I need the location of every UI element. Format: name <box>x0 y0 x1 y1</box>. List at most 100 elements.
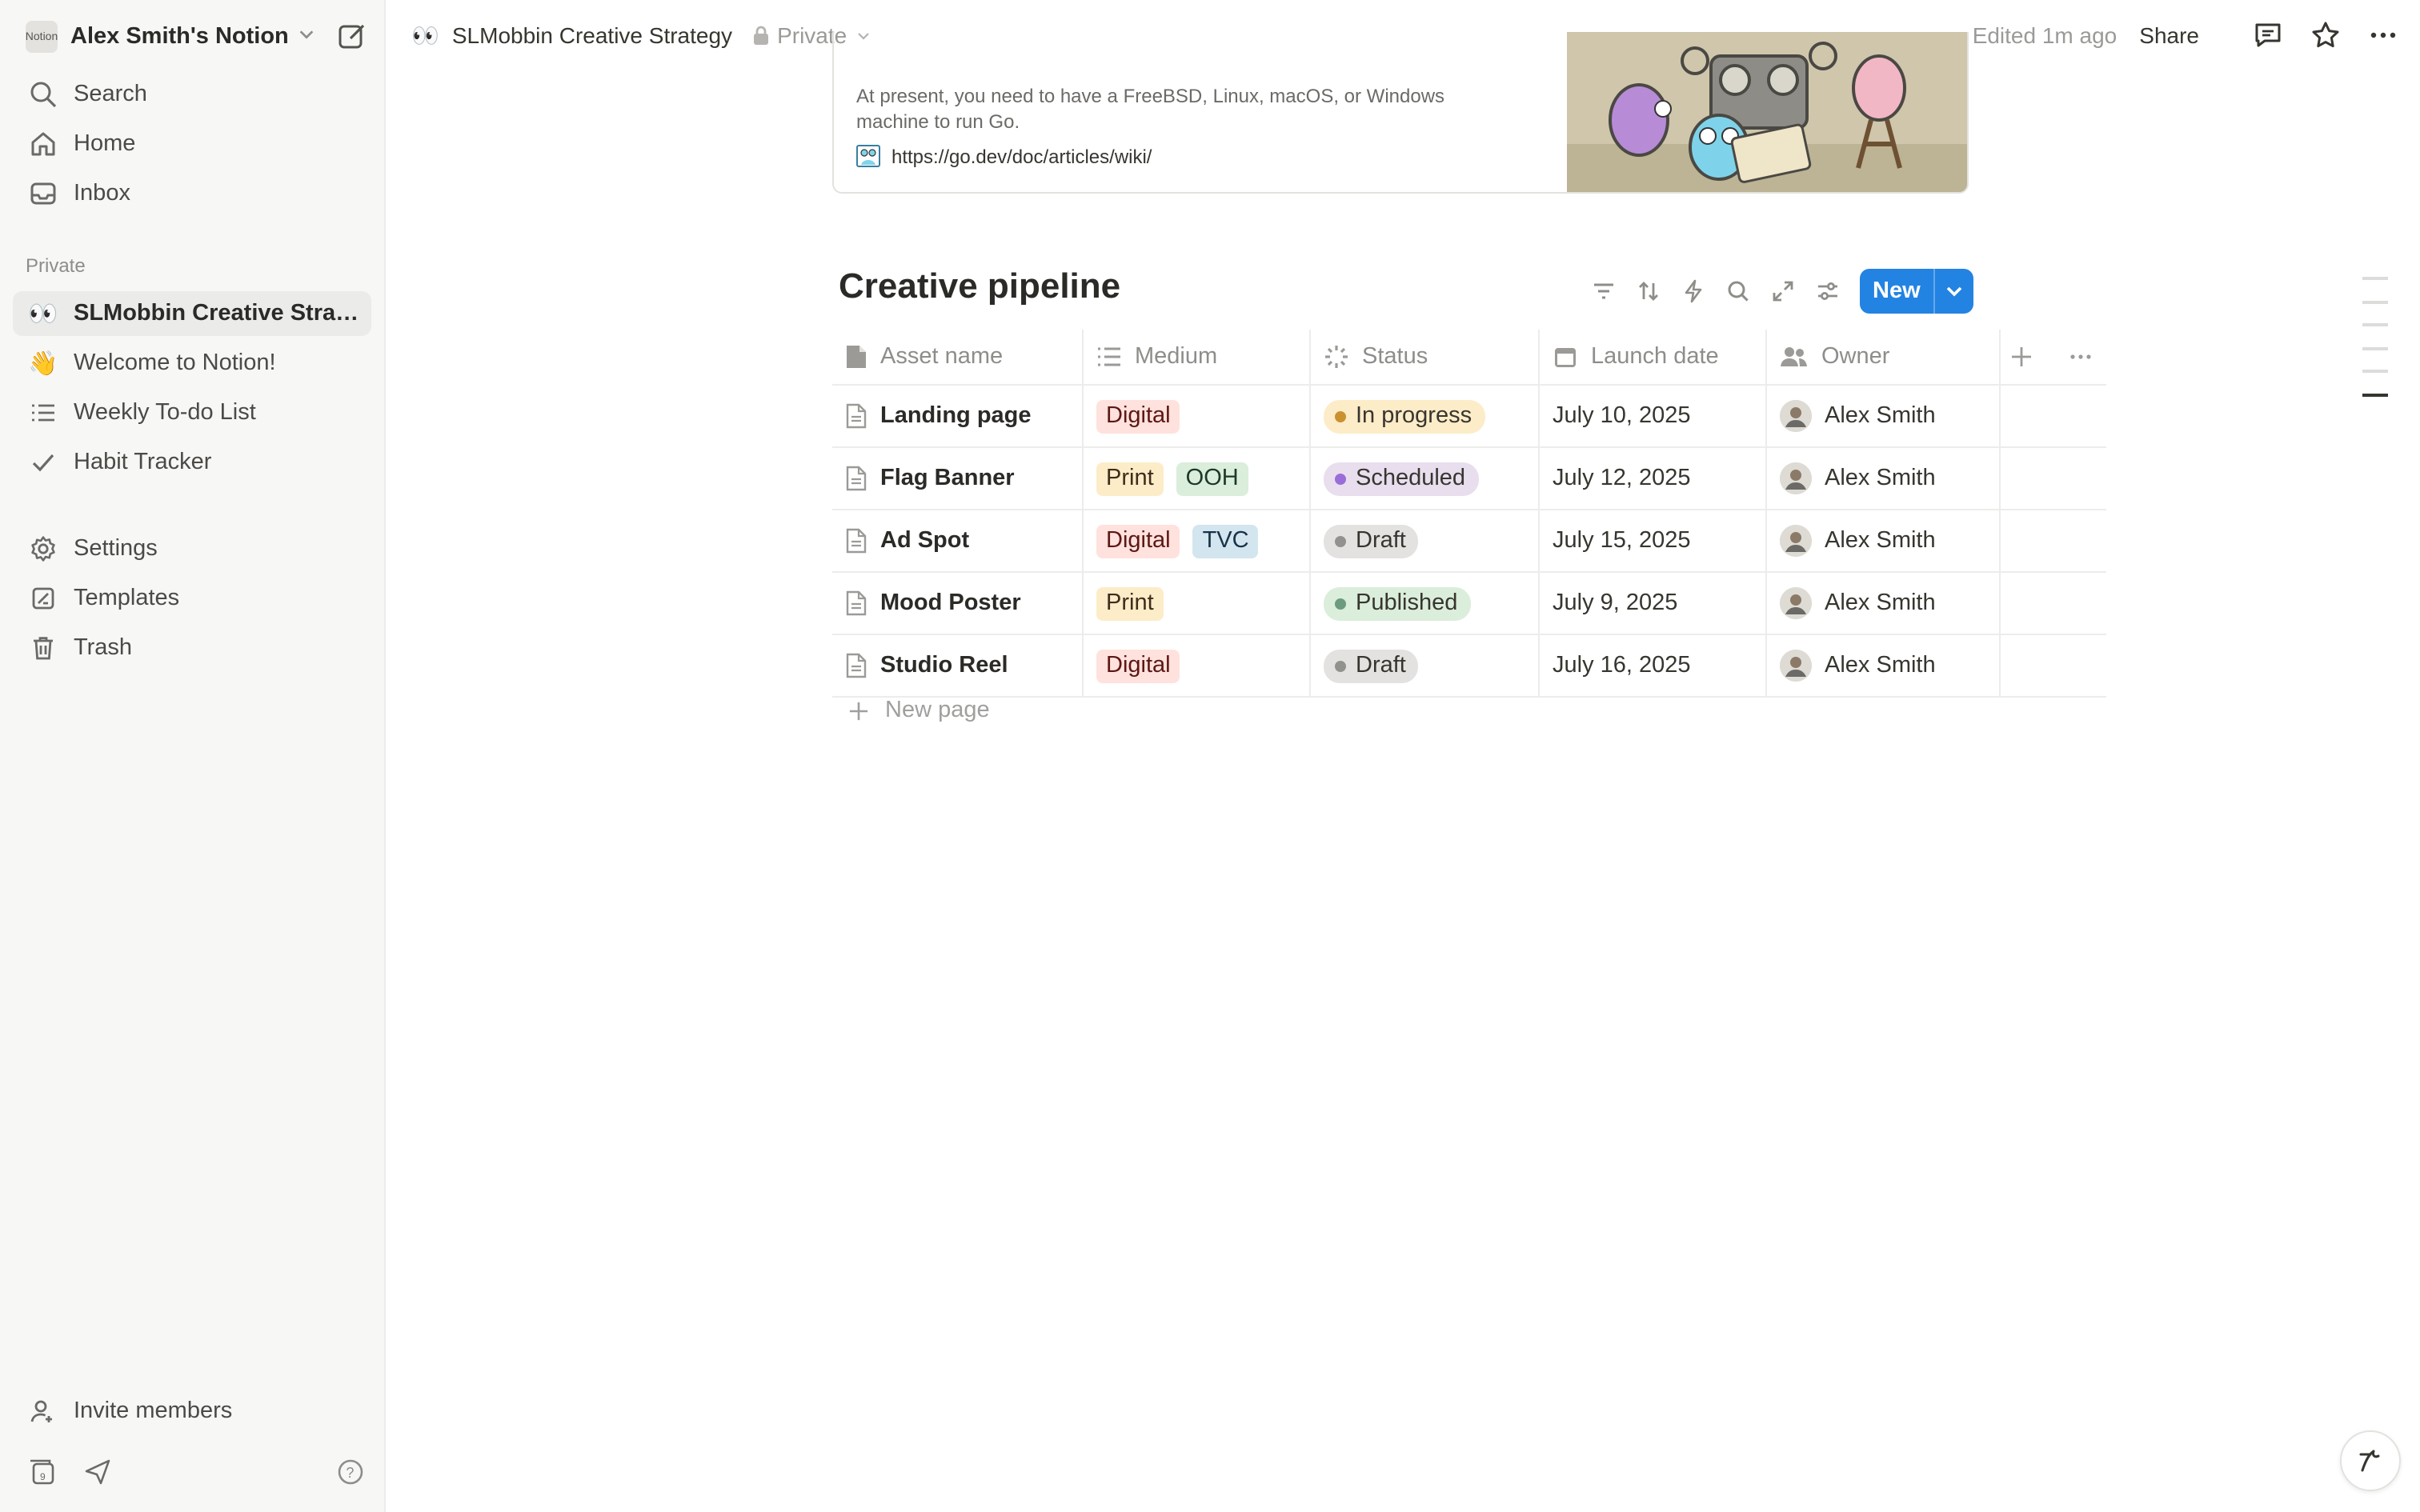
page-emoji-icon: 👀 <box>411 22 439 47</box>
page-icon <box>845 466 867 491</box>
column-header-launch-date[interactable]: Launch date <box>1538 330 1766 386</box>
table-row[interactable]: Ad Spot Digital TVC Draft July 15, 2025 A… <box>832 510 2106 573</box>
new-page-row[interactable]: New page <box>848 698 990 723</box>
share-button[interactable]: Share <box>2139 22 2199 48</box>
sort-icon[interactable] <box>1626 274 1671 309</box>
table-of-contents-minimap[interactable] <box>2362 277 2388 416</box>
table-row[interactable]: Flag Banner Print OOH Scheduled July 12, … <box>832 447 2106 510</box>
table-row[interactable]: Landing page Digital In progress July 10… <box>832 385 2106 448</box>
status-badge[interactable]: Published <box>1324 586 1471 620</box>
sidebar-item-weekly-todo[interactable]: Weekly To-do List <box>13 390 371 435</box>
sidebar-item-templates[interactable]: Templates <box>13 576 371 621</box>
app-root: Notion Alex Smith's Notion Search Home I… <box>0 0 2420 1512</box>
cell-status[interactable]: Published <box>1309 572 1539 635</box>
database-title[interactable]: Creative pipeline <box>839 266 1120 307</box>
cell-asset-name[interactable]: Studio Reel <box>832 634 1083 698</box>
cell-asset-name[interactable]: Landing page <box>832 385 1083 448</box>
status-badge[interactable]: Scheduled <box>1324 462 1479 495</box>
cell-asset-name[interactable]: Ad Spot <box>832 510 1083 573</box>
sidebar-item-settings[interactable]: Settings <box>13 526 371 571</box>
expand-icon[interactable] <box>1761 274 1805 309</box>
medium-tag[interactable]: Print <box>1096 586 1164 620</box>
calendar-app-icon[interactable]: 9 <box>29 1457 58 1494</box>
table-row[interactable]: Mood Poster Print Published July 9, 2025… <box>832 572 2106 635</box>
sidebar-item-home[interactable]: Home <box>13 122 371 166</box>
column-header-asset-name[interactable]: Asset name <box>832 330 1083 386</box>
column-header-medium[interactable]: Medium <box>1082 330 1310 386</box>
avatar <box>1780 400 1812 432</box>
sidebar-item-label: Search <box>74 82 147 107</box>
status-badge[interactable]: In progress <box>1324 399 1485 433</box>
table-row[interactable]: Studio Reel Digital Draft July 16, 2025 … <box>832 634 2106 698</box>
workspace-switcher[interactable]: Notion Alex Smith's Notion <box>26 19 368 54</box>
sidebar-item-inbox[interactable]: Inbox <box>13 171 371 216</box>
cell-status[interactable]: In progress <box>1309 385 1539 448</box>
cell-medium[interactable]: Digital TVC <box>1082 510 1310 573</box>
cell-launch-date[interactable]: July 16, 2025 <box>1538 634 1766 698</box>
sidebar-item-welcome[interactable]: 👋 Welcome to Notion! <box>13 341 371 386</box>
more-options-icon[interactable] <box>2366 18 2401 53</box>
invite-members-button[interactable]: Invite members <box>13 1389 371 1434</box>
star-icon[interactable] <box>2308 18 2343 53</box>
comment-icon[interactable] <box>2250 18 2286 53</box>
cell-asset-name[interactable]: Mood Poster <box>832 572 1083 635</box>
sidebar-item-slmobbin[interactable]: 👀 SLMobbin Creative Strat... <box>13 291 371 336</box>
sidebar-item-trash[interactable]: Trash <box>13 626 371 670</box>
sidebar-item-habit-tracker[interactable]: Habit Tracker <box>13 440 371 485</box>
status-badge[interactable]: Draft <box>1324 649 1419 682</box>
search-icon[interactable] <box>1716 274 1761 309</box>
cell-owner[interactable]: Alex Smith <box>1765 634 2000 698</box>
new-entry-button[interactable]: New <box>1860 269 1973 314</box>
send-icon[interactable] <box>83 1457 112 1494</box>
medium-tag[interactable]: Digital <box>1096 524 1180 558</box>
check-icon <box>27 446 59 478</box>
chevron-down-icon <box>298 26 316 48</box>
cell-launch-date[interactable]: July 12, 2025 <box>1538 447 1766 510</box>
status-label: Draft <box>1356 527 1406 553</box>
sidebar-item-search[interactable]: Search <box>13 72 371 117</box>
more-options-icon[interactable] <box>2068 346 2106 368</box>
cell-launch-date[interactable]: July 10, 2025 <box>1538 385 1766 448</box>
asset-name[interactable]: Studio Reel <box>880 653 1008 678</box>
bookmark-card[interactable]: At present, you need to have a FreeBSD, … <box>832 32 1969 194</box>
cell-medium[interactable]: Print <box>1082 572 1310 635</box>
cell-status[interactable]: Draft <box>1309 510 1539 573</box>
add-property-icon[interactable] <box>2010 346 2045 368</box>
cell-owner[interactable]: Alex Smith <box>1765 510 2000 573</box>
cell-owner[interactable]: Alex Smith <box>1765 572 2000 635</box>
medium-tag[interactable]: Digital <box>1096 399 1180 433</box>
cell-status[interactable]: Scheduled <box>1309 447 1539 510</box>
medium-tag[interactable]: TVC <box>1192 524 1259 558</box>
notion-ai-button[interactable] <box>2340 1430 2401 1491</box>
asset-name[interactable]: Ad Spot <box>880 528 969 554</box>
cell-owner[interactable]: Alex Smith <box>1765 385 2000 448</box>
cell-status[interactable]: Draft <box>1309 634 1539 698</box>
cell-medium[interactable]: Digital <box>1082 634 1310 698</box>
filter-icon[interactable] <box>1581 274 1626 309</box>
breadcrumb[interactable]: 👀 SLMobbin Creative Strategy <box>411 22 732 49</box>
medium-tag[interactable]: Digital <box>1096 649 1180 682</box>
new-page-icon[interactable] <box>336 21 368 53</box>
settings-sliders-icon[interactable] <box>1805 274 1850 309</box>
cell-owner[interactable]: Alex Smith <box>1765 447 2000 510</box>
new-button-label[interactable]: New <box>1860 269 1935 314</box>
column-header-status[interactable]: Status <box>1309 330 1539 386</box>
help-icon[interactable]: ? <box>336 1457 365 1494</box>
cell-medium[interactable]: Digital <box>1082 385 1310 448</box>
column-header-owner[interactable]: Owner <box>1765 330 2000 386</box>
cell-medium[interactable]: Print OOH <box>1082 447 1310 510</box>
medium-tag[interactable]: OOH <box>1176 462 1248 495</box>
workspace-icon: Notion <box>26 21 58 53</box>
status-dot <box>1335 410 1346 422</box>
cell-launch-date[interactable]: July 9, 2025 <box>1538 572 1766 635</box>
cell-asset-name[interactable]: Flag Banner <box>832 447 1083 510</box>
automation-bolt-icon[interactable] <box>1671 274 1716 309</box>
chevron-down-icon[interactable] <box>1935 269 1973 314</box>
medium-tag[interactable]: Print <box>1096 462 1164 495</box>
cell-launch-date[interactable]: July 15, 2025 <box>1538 510 1766 573</box>
asset-name[interactable]: Flag Banner <box>880 466 1015 491</box>
status-badge[interactable]: Draft <box>1324 524 1419 558</box>
asset-name[interactable]: Landing page <box>880 403 1032 429</box>
cell-empty <box>1999 510 2106 573</box>
asset-name[interactable]: Mood Poster <box>880 590 1021 616</box>
